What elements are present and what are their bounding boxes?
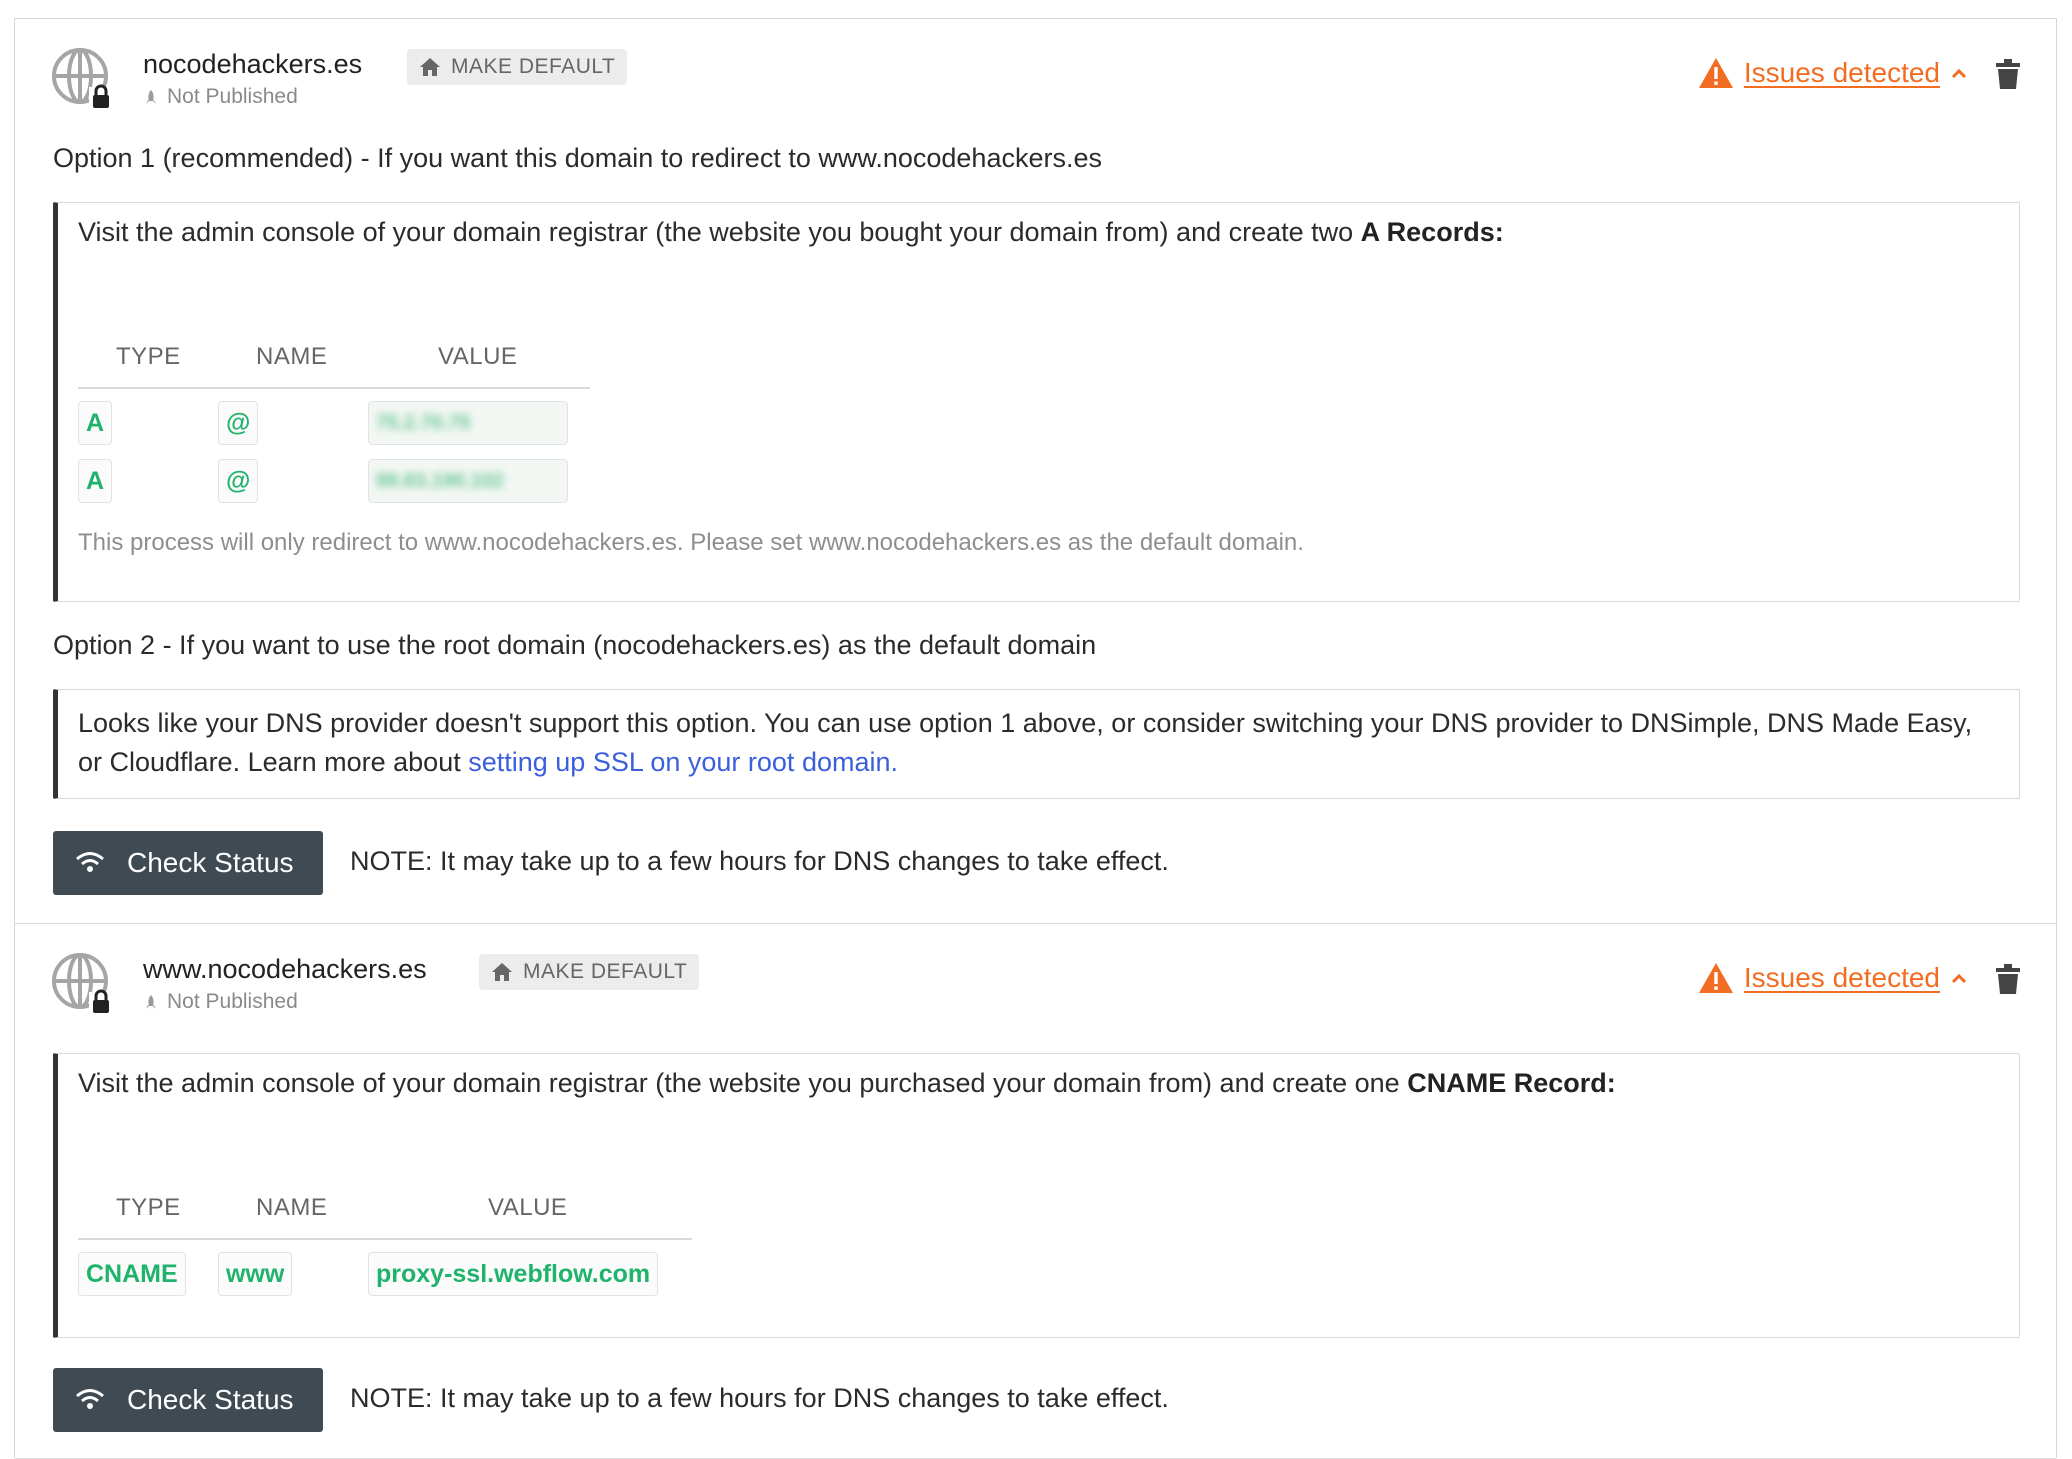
column-header-type: TYPE	[116, 343, 181, 370]
cname-instruction: Visit the admin console of your domain r…	[78, 1068, 1616, 1098]
record-type[interactable]: A	[78, 459, 113, 503]
domain-name: nocodehackers.es	[143, 49, 363, 79]
record-value[interactable]: proxy-ssl.webflow.com	[368, 1252, 659, 1296]
option-2-panel: Looks like your DNS provider doesn't sup…	[53, 689, 2020, 799]
column-header-type: TYPE	[116, 1194, 181, 1221]
record-name[interactable]: www	[218, 1252, 293, 1296]
dns-records-table: TYPE NAME VALUE CNAME www proxy-ssl.webf…	[78, 1194, 698, 1304]
header-divider	[78, 387, 590, 389]
column-header-name: NAME	[256, 1194, 328, 1221]
domains-list: nocodehackers.es MAKE DEFAULT Not Publis…	[14, 18, 2057, 1459]
chevron-up-icon	[1951, 68, 1967, 79]
trash-icon[interactable]	[1996, 59, 2020, 89]
check-status-button[interactable]: Check Status	[53, 831, 323, 895]
check-status-label: Check Status	[127, 847, 294, 878]
option-1-heading: Option 1 (recommended) - If you want thi…	[53, 143, 1102, 173]
home-icon	[492, 963, 512, 981]
publish-status-label: Not Published	[167, 990, 298, 1013]
dns-propagation-note: NOTE: It may take up to a few hours for …	[350, 1383, 1169, 1413]
dns-propagation-note: NOTE: It may take up to a few hours for …	[350, 846, 1169, 876]
cname-emphasis: CNAME Record:	[1407, 1068, 1616, 1098]
make-default-label: MAKE DEFAULT	[451, 55, 616, 78]
column-header-name: NAME	[256, 343, 328, 370]
issues-detected-toggle[interactable]: Issues detected	[1698, 962, 1968, 994]
wifi-icon	[76, 852, 104, 872]
a-records-emphasis: A Records:	[1360, 217, 1504, 247]
rocket-icon	[146, 995, 156, 1009]
record-name[interactable]: @	[218, 401, 259, 445]
record-value[interactable]: 75.2.70.75	[368, 401, 568, 445]
issues-detected-toggle[interactable]: Issues detected	[1698, 57, 1968, 89]
redirect-note: This process will only redirect to www.n…	[78, 529, 1304, 556]
record-type[interactable]: CNAME	[78, 1252, 186, 1296]
warning-icon	[1698, 58, 1733, 88]
option-2-heading: Option 2 - If you want to use the root d…	[53, 630, 1097, 660]
rocket-icon	[146, 90, 156, 104]
a-records-instruction: Visit the admin console of your domain r…	[78, 217, 1504, 247]
wifi-icon	[76, 1389, 104, 1409]
globe-lock-icon	[52, 953, 111, 1014]
trash-icon[interactable]	[1996, 964, 2020, 994]
cname-record-panel: Visit the admin console of your domain r…	[53, 1053, 2020, 1338]
globe-lock-icon	[52, 48, 111, 109]
header-divider	[78, 1238, 692, 1240]
domain-card-root: nocodehackers.es MAKE DEFAULT Not Publis…	[15, 19, 2056, 924]
option-2-message: Looks like your DNS provider doesn't sup…	[78, 708, 1973, 777]
make-default-label: MAKE DEFAULT	[523, 960, 688, 983]
ssl-root-domain-link[interactable]: setting up SSL on your root domain.	[468, 747, 898, 777]
publish-status: Not Published	[143, 990, 298, 1014]
check-status-label: Check Status	[127, 1384, 294, 1415]
issues-detected-label: Issues detected	[1743, 57, 1940, 88]
domain-card-www: www.nocodehackers.es MAKE DEFAULT Not Pu…	[15, 924, 2056, 1459]
warning-icon	[1698, 963, 1733, 993]
column-header-value: VALUE	[438, 343, 518, 370]
dns-records-table: TYPE NAME VALUE A @ 75.2.70.75 A @ 99.83…	[78, 343, 598, 503]
issues-detected-label: Issues detected	[1743, 962, 1940, 993]
domain-name: www.nocodehackers.es	[143, 954, 427, 984]
make-default-button[interactable]: MAKE DEFAULT	[407, 49, 628, 85]
home-icon	[420, 58, 440, 76]
record-value[interactable]: 99.83.190.102	[368, 459, 568, 503]
record-name[interactable]: @	[218, 459, 259, 503]
make-default-button[interactable]: MAKE DEFAULT	[479, 954, 700, 990]
check-status-button[interactable]: Check Status	[53, 1368, 323, 1432]
chevron-up-icon	[1951, 973, 1967, 984]
a-records-panel: Visit the admin console of your domain r…	[53, 202, 2020, 602]
publish-status-label: Not Published	[167, 85, 298, 108]
record-type[interactable]: A	[78, 401, 113, 445]
column-header-value: VALUE	[488, 1194, 568, 1221]
publish-status: Not Published	[143, 85, 298, 109]
